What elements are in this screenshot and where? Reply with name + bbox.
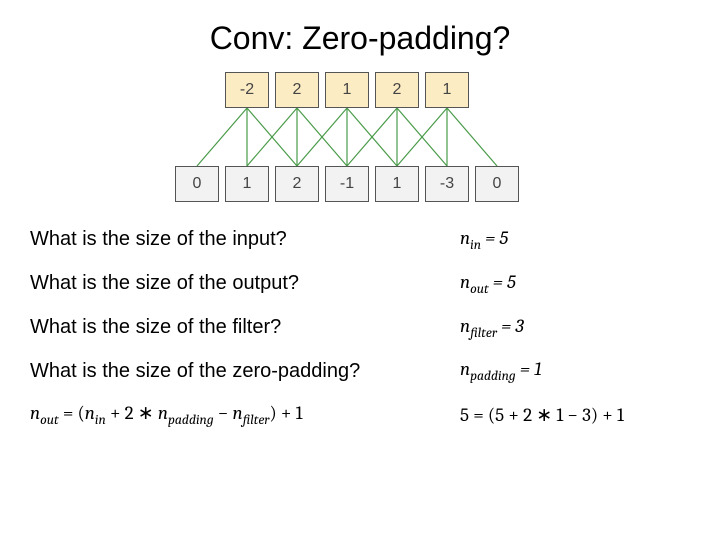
qa-row: What is the size of the filter? nfilter … — [30, 315, 690, 341]
question: What is the size of the filter? — [30, 316, 460, 339]
input-cell: 1 — [375, 166, 419, 202]
conv-diagram: -2 2 1 2 1 0 1 2 -1 1 -3 0 — [170, 72, 550, 202]
output-cell: 2 — [275, 72, 319, 108]
qa-row: What is the size of the input? nin = 5 — [30, 227, 690, 253]
question: What is the size of the input? — [30, 228, 460, 251]
qa-block: What is the size of the input? nin = 5 W… — [30, 227, 690, 384]
question: What is the size of the zero-padding? — [30, 360, 460, 383]
input-cell: -3 — [425, 166, 469, 202]
output-cell: 2 — [375, 72, 419, 108]
input-cell: 0 — [475, 166, 519, 202]
output-row: -2 2 1 2 1 — [225, 72, 469, 108]
formula-symbolic: nout = (nin + 2 ∗ npadding − nfilter) + … — [30, 402, 460, 428]
slide-title: Conv: Zero-padding? — [0, 20, 720, 57]
qa-row: What is the size of the output? nout = 5 — [30, 271, 690, 297]
output-cell: 1 — [425, 72, 469, 108]
answer: nfilter = 3 — [460, 315, 524, 341]
formula-numeric: 5 = (5 + 2 ∗ 1 − 3) + 1 — [460, 404, 624, 426]
qa-row: What is the size of the zero-padding? np… — [30, 358, 690, 384]
input-cell: 2 — [275, 166, 319, 202]
input-row: 0 1 2 -1 1 -3 0 — [175, 166, 519, 202]
output-cell: -2 — [225, 72, 269, 108]
answer: nout = 5 — [460, 271, 516, 297]
input-cell: 0 — [175, 166, 219, 202]
answer: npadding = 1 — [460, 358, 542, 384]
input-cell: -1 — [325, 166, 369, 202]
input-cell: 1 — [225, 166, 269, 202]
formula-row: nout = (nin + 2 ∗ npadding − nfilter) + … — [30, 402, 720, 428]
answer: nin = 5 — [460, 227, 508, 253]
question: What is the size of the output? — [30, 272, 460, 295]
output-cell: 1 — [325, 72, 369, 108]
